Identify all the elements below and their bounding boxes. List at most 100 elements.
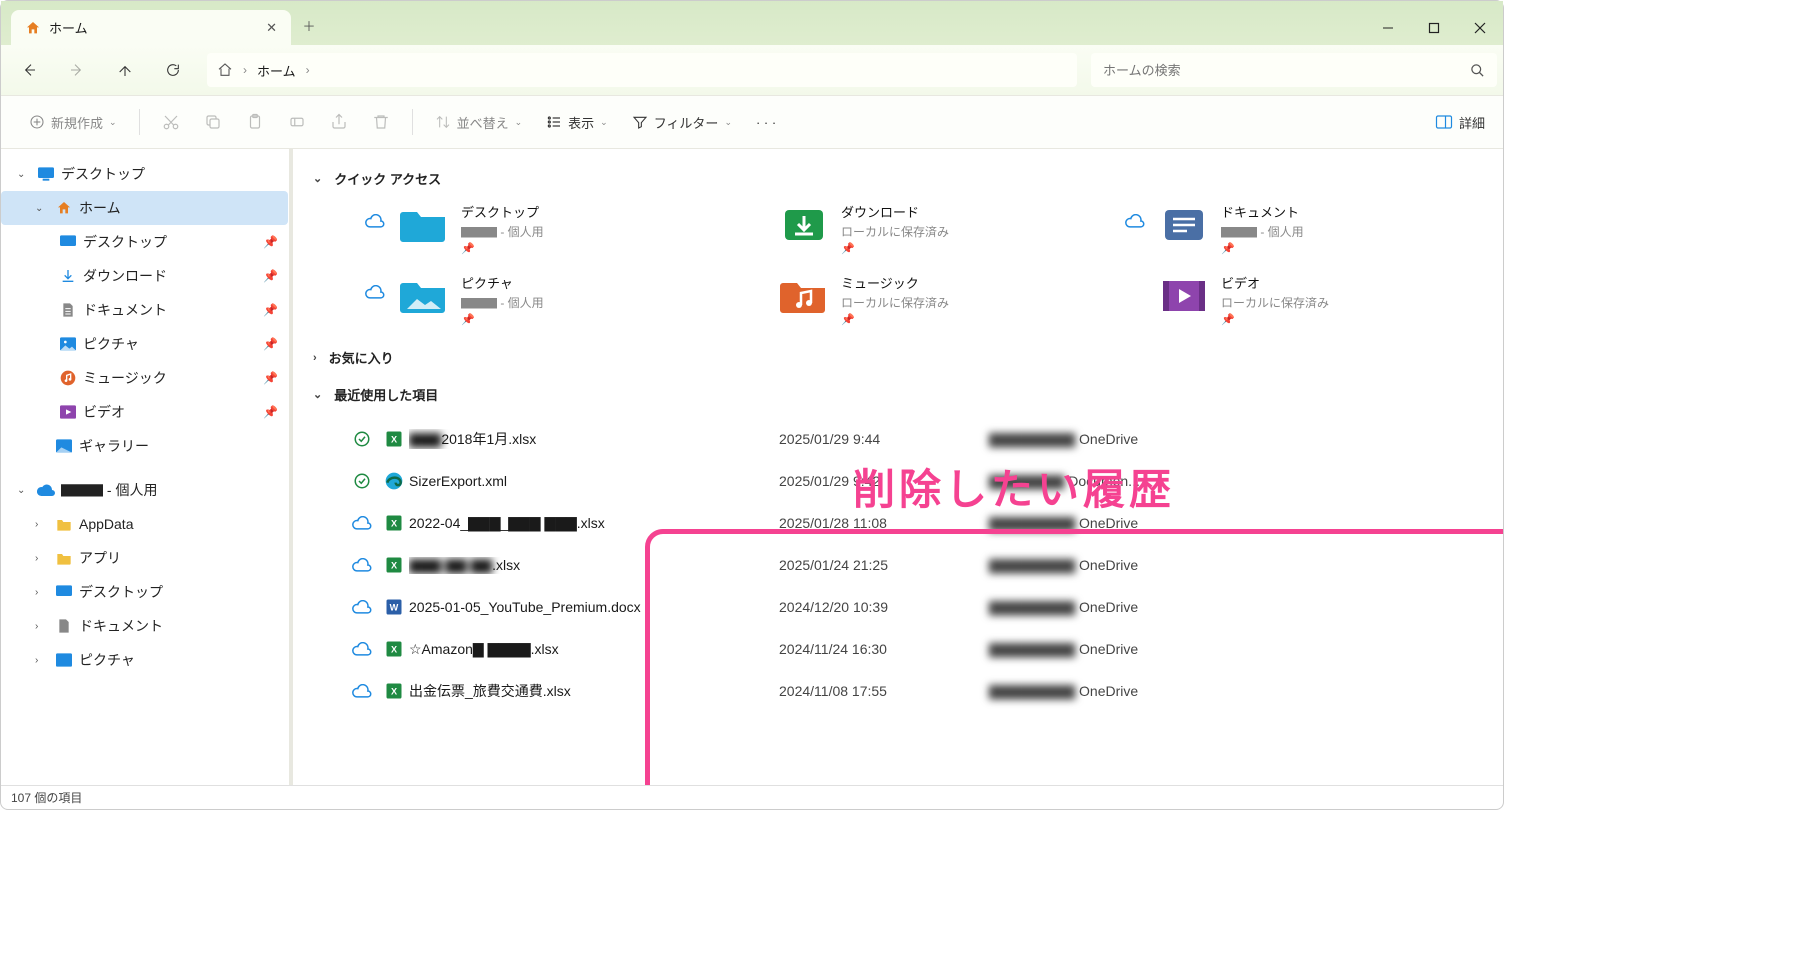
address-bar[interactable]: › ホーム › (207, 53, 1077, 87)
folder-icon (1157, 273, 1211, 317)
cloud-icon (365, 285, 387, 299)
qa-name: ダウンロード (841, 202, 949, 221)
qa-sub: ローカルに保存済み (841, 294, 949, 311)
recent-item[interactable]: X 出金伝票_旅費交通費.xlsx 2024/11/08 17:55 ▇▇▇▇▇… (345, 670, 1483, 712)
section-recent[interactable]: ⌄最近使用した項目 (313, 385, 1483, 404)
delete-button[interactable] (362, 104, 400, 140)
sync-status-icon (345, 472, 379, 490)
section-favorites[interactable]: ›お気に入り (313, 348, 1483, 367)
file-type-icon: X (379, 429, 409, 449)
qa-sub: ▇▇▇ - 個人用 (1221, 223, 1304, 240)
qa-name: ドキュメント (1221, 202, 1304, 221)
tab-title: ホーム (49, 18, 88, 37)
recent-item[interactable]: X 2022-04_▇▇▇_▇▇▇ ▇▇▇.xlsx 2025/01/28 11… (345, 502, 1483, 544)
home-address-icon[interactable] (217, 62, 233, 78)
view-button[interactable]: 表示⌄ (536, 104, 618, 140)
file-date: 2025/01/29 9:42 (779, 473, 989, 489)
section-quick-access[interactable]: ⌄クイック アクセス (313, 169, 1483, 188)
qa-name: ピクチャ (461, 273, 544, 292)
toolbar: 新規作成⌄ 並べ替え⌄ 表示⌄ フィルター⌄ · · · 詳細 (1, 95, 1503, 149)
pin-icon: 📌 (263, 235, 278, 249)
quick-access-item[interactable]: ピクチャ▇▇▇ - 個人用📌 (365, 273, 705, 326)
minimize-button[interactable] (1365, 11, 1411, 45)
breadcrumb-separator[interactable]: › (243, 63, 247, 77)
tree-music[interactable]: ミュージック📌 (1, 361, 288, 395)
quick-access-item[interactable]: ミュージックローカルに保存済み📌 (745, 273, 1085, 326)
tree-pictures[interactable]: ピクチャ📌 (1, 327, 288, 361)
rename-button[interactable] (278, 104, 316, 140)
paste-button[interactable] (236, 104, 274, 140)
search-input[interactable] (1103, 63, 1470, 78)
sort-button[interactable]: 並べ替え⌄ (425, 104, 533, 140)
recent-item[interactable]: W 2025-01-05_YouTube_Premium.docx 2024/1… (345, 586, 1483, 628)
pin-icon: 📌 (461, 242, 544, 255)
svg-text:W: W (390, 602, 399, 612)
qa-sub: ▇▇▇ - 個人用 (461, 223, 544, 240)
filter-button[interactable]: フィルター⌄ (622, 104, 742, 140)
tree-home[interactable]: ⌄ホーム (1, 191, 288, 225)
new-button[interactable]: 新規作成⌄ (19, 104, 127, 140)
cut-button[interactable] (152, 104, 190, 140)
recent-item[interactable]: X ▇▇▇ 2018年1月.xlsx 2025/01/29 9:44 ▇▇▇▇▇… (345, 418, 1483, 460)
quick-access-item[interactable]: ドキュメント ▇▇▇ - 個人用 📌 (1125, 202, 1465, 255)
search-icon[interactable] (1470, 63, 1485, 78)
tree-documents2[interactable]: ›ドキュメント (1, 609, 288, 643)
maximize-button[interactable] (1411, 11, 1457, 45)
close-tab-icon[interactable]: ✕ (266, 20, 277, 36)
tree-gallery[interactable]: ›ギャラリー (1, 429, 288, 463)
back-button[interactable] (7, 52, 51, 88)
title-bar: ホーム ✕ ＋ (1, 1, 1503, 45)
tab-home[interactable]: ホーム ✕ (11, 10, 291, 45)
file-type-icon: W (379, 597, 409, 617)
file-date: 2025/01/29 9:44 (779, 431, 989, 447)
tree-appdata[interactable]: ›AppData (1, 507, 288, 541)
tree-documents[interactable]: ドキュメント📌 (1, 293, 288, 327)
svg-text:X: X (391, 518, 398, 528)
file-location: ▇▇▇▇▇▇▇▇ OneDrive (989, 599, 1483, 616)
cloud-icon (1125, 214, 1147, 228)
recent-item[interactable]: SizerExport.xml 2025/01/29 9:42 ▇▇▇▇▇▇▇ … (345, 460, 1483, 502)
breadcrumb-home[interactable]: ホーム (257, 61, 296, 80)
svg-text:X: X (391, 560, 398, 570)
qa-name: デスクトップ (461, 202, 544, 221)
search-bar[interactable] (1091, 53, 1497, 87)
tree-desktop-root[interactable]: ⌄デスクトップ (1, 157, 288, 191)
quick-access-item[interactable]: デスクトップ ▇▇▇ - 個人用 📌 (365, 202, 705, 255)
file-date: 2024/11/24 16:30 (779, 641, 989, 657)
folder-icon (777, 273, 831, 317)
tree-pictures2[interactable]: ›ピクチャ (1, 643, 288, 677)
more-button[interactable]: · · · (746, 104, 786, 140)
file-location: ▇▇▇▇▇▇▇▇ OneDrive (989, 515, 1483, 532)
file-name: ▇▇▇ ▇▇ ▇▇.xlsx (409, 557, 779, 574)
tree-desktop[interactable]: デスクトップ📌 (1, 225, 288, 259)
file-date: 2024/11/08 17:55 (779, 683, 989, 699)
tree-downloads[interactable]: ダウンロード📌 (1, 259, 288, 293)
recent-item[interactable]: X ☆Amazon▇ ▇▇▇▇.xlsx 2024/11/24 16:30 ▇▇… (345, 628, 1483, 670)
file-name: ☆Amazon▇ ▇▇▇▇.xlsx (409, 641, 779, 658)
svg-text:X: X (391, 644, 398, 654)
up-button[interactable] (103, 52, 147, 88)
refresh-button[interactable] (151, 52, 195, 88)
forward-button[interactable] (55, 52, 99, 88)
svg-text:X: X (391, 434, 398, 444)
close-window-button[interactable] (1457, 11, 1503, 45)
new-tab-button[interactable]: ＋ (291, 6, 327, 45)
tree-apps[interactable]: ›アプリ (1, 541, 288, 575)
file-type-icon: X (379, 681, 409, 701)
details-toggle[interactable]: 詳細 (1435, 113, 1485, 132)
quick-access-item[interactable]: ビデオローカルに保存済み📌 (1125, 273, 1465, 326)
copy-button[interactable] (194, 104, 232, 140)
tree-videos[interactable]: ビデオ📌 (1, 395, 288, 429)
share-button[interactable] (320, 104, 358, 140)
breadcrumb-separator[interactable]: › (306, 63, 310, 77)
file-location: ▇▇▇▇▇▇▇▇ OneDrive (989, 683, 1483, 700)
svg-text:X: X (391, 686, 398, 696)
tree-onedrive[interactable]: ⌄▇▇▇ - 個人用 (1, 473, 288, 507)
pin-icon: 📌 (263, 269, 278, 283)
file-type-icon (379, 471, 409, 491)
recent-item[interactable]: X ▇▇▇ ▇▇ ▇▇.xlsx 2025/01/24 21:25 ▇▇▇▇▇▇… (345, 544, 1483, 586)
quick-access-item[interactable]: ダウンロードローカルに保存済み📌 (745, 202, 1085, 255)
tree-desktop2[interactable]: ›デスクトップ (1, 575, 288, 609)
folder-icon (1157, 202, 1211, 246)
pin-icon: 📌 (1221, 242, 1304, 255)
